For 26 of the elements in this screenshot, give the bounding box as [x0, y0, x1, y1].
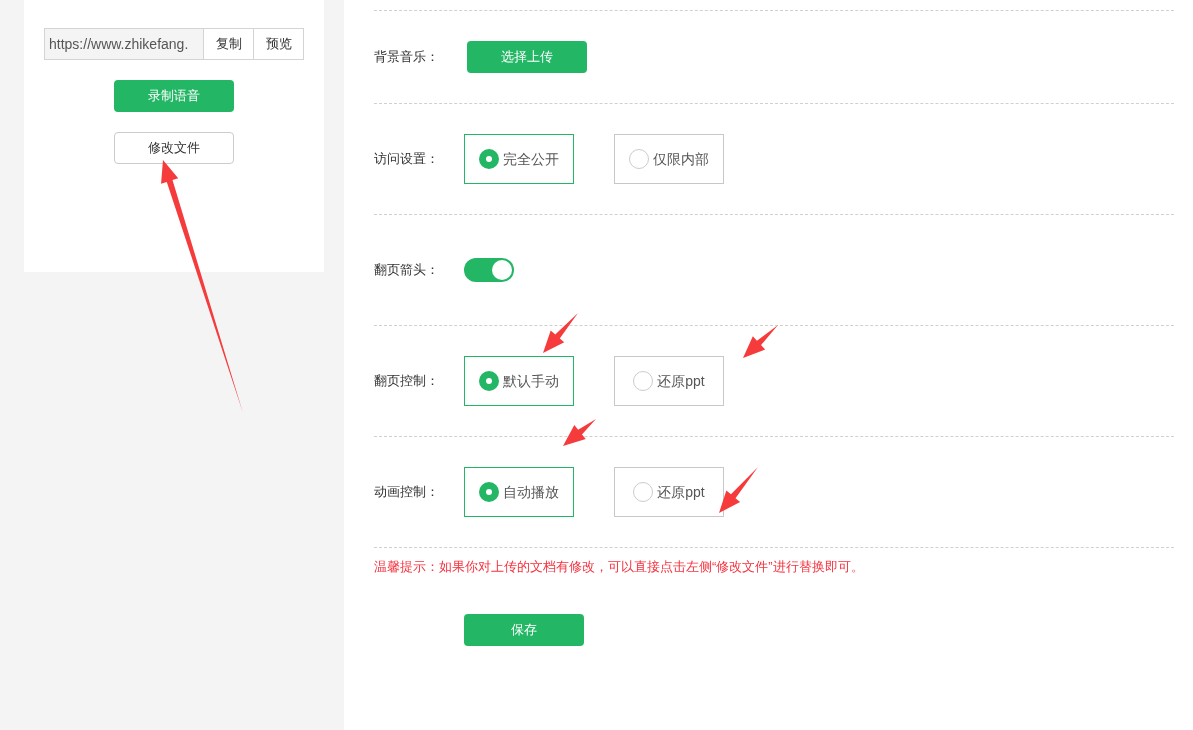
- radio-option[interactable]: 还原ppt: [614, 467, 724, 517]
- radio-option[interactable]: 还原ppt: [614, 356, 724, 406]
- annotation-arrow: [563, 419, 596, 446]
- radio-option[interactable]: 默认手动: [464, 356, 574, 406]
- setting-label: 动画控制：: [374, 483, 440, 502]
- radio-option[interactable]: 自动播放: [464, 467, 574, 517]
- setting-label: 背景音乐：: [374, 48, 440, 67]
- radio-unchecked-icon: [633, 371, 654, 391]
- radio-checked-icon: [479, 482, 499, 502]
- tip-text: 温馨提示：如果你对上传的文档有修改，可以直接点击左侧“修改文件”进行替换即可。: [374, 558, 865, 576]
- annotation-arrow: [543, 313, 578, 353]
- preview-button[interactable]: 预览: [254, 28, 304, 60]
- radio-checked-icon: [479, 371, 499, 391]
- setting-label: 翻页控制：: [374, 372, 440, 391]
- copy-button[interactable]: 复制: [204, 28, 254, 60]
- url-field[interactable]: https://www.zhikefang.: [44, 28, 204, 60]
- radio-checked-icon: [479, 149, 499, 169]
- toggle-switch[interactable]: [464, 258, 514, 282]
- setting-label: 翻页箭头：: [374, 261, 440, 280]
- setting-label: 访问设置：: [374, 150, 440, 169]
- radio-option[interactable]: 完全公开: [464, 134, 574, 184]
- radio-unchecked-icon: [633, 482, 654, 502]
- radio-option[interactable]: 仅限内部: [614, 134, 724, 184]
- annotation-arrow: [743, 325, 778, 358]
- radio-unchecked-icon: [629, 149, 649, 169]
- modify-file-button[interactable]: 修改文件: [114, 132, 234, 164]
